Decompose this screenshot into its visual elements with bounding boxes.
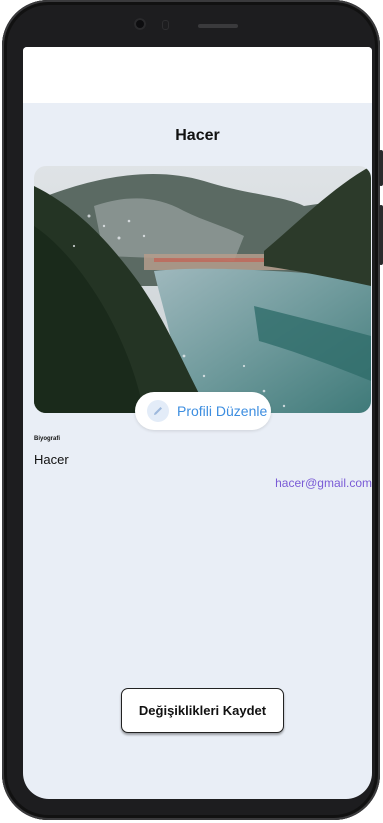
camera-icon <box>134 18 146 30</box>
speaker-grille <box>198 24 238 28</box>
volume-button <box>379 150 383 186</box>
save-changes-button[interactable]: Değişiklikleri Kaydet <box>121 688 284 733</box>
edit-profile-button[interactable]: Profili Düzenle <box>135 392 271 430</box>
page-title: Hacer <box>175 127 220 144</box>
app-screen: Hacer Profili Düzenle Biyografi Hacer ha… <box>23 47 372 799</box>
edit-profile-label: Profili Düzenle <box>177 403 268 419</box>
sensor-icon <box>162 20 169 30</box>
email-text: hacer@gmail.com <box>275 476 372 490</box>
profile-photo <box>34 166 371 413</box>
phone-frame: Hacer Profili Düzenle Biyografi Hacer ha… <box>2 0 383 820</box>
power-button <box>379 205 383 265</box>
status-bar <box>23 47 372 103</box>
bio-label: Biyografi <box>34 436 61 442</box>
pencil-icon <box>147 400 169 422</box>
bio-value: Hacer <box>34 452 69 467</box>
